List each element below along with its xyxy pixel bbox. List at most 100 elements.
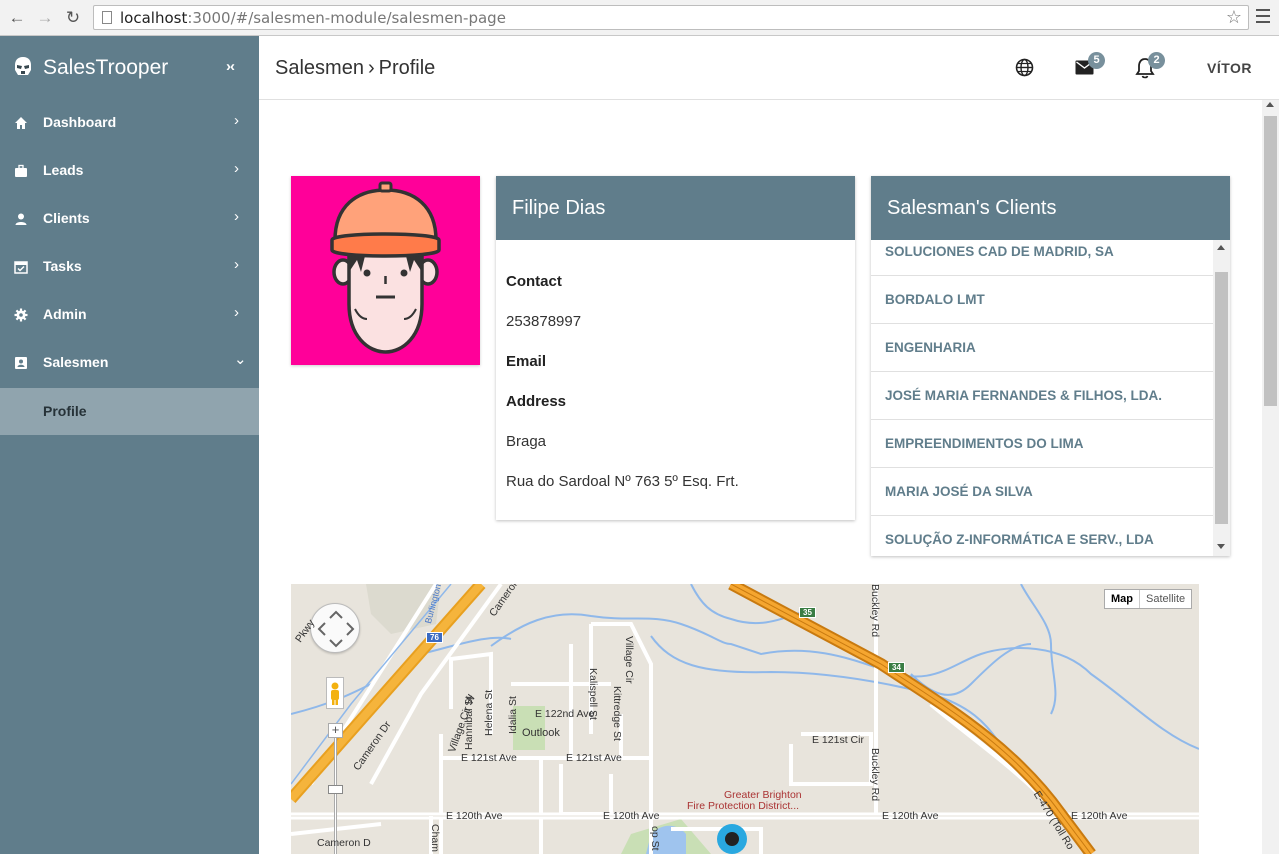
sidebar-item-leads[interactable]: Leads › <box>0 148 259 196</box>
sidebar-item-label: Salesmen <box>43 354 109 370</box>
map-label: Idalia St <box>507 696 519 734</box>
client-name[interactable]: JOSÉ MARIA FERNANDES & FILHOS, LDA. <box>885 388 1162 403</box>
map-type-satellite-button[interactable]: Satellite <box>1139 590 1191 608</box>
sidebar-item-label: Clients <box>43 210 90 226</box>
clients-list: SOLUCIONES CAD DE MADRID, SA BORDALO LMT… <box>871 240 1213 556</box>
location-pin-icon[interactable] <box>717 824 747 854</box>
map-roads-layer <box>291 584 1199 854</box>
chevron-down-icon: ⌄ <box>234 351 247 368</box>
contact-value: 253878997 <box>506 313 582 330</box>
list-item[interactable]: JOSÉ MARIA FERNANDES & FILHOS, LDA. <box>871 372 1213 420</box>
map-label: op St <box>649 826 661 851</box>
map-label: Buckley Rd <box>869 748 881 802</box>
sidebar-item-label: Tasks <box>43 258 82 274</box>
person-with-cap-illustration <box>330 181 441 354</box>
scroll-up-arrow-icon[interactable] <box>1217 245 1225 250</box>
brand: SalesTrooper ›‹ <box>0 36 259 100</box>
avatar <box>291 176 480 365</box>
gear-icon <box>14 308 28 322</box>
breadcrumb-parent[interactable]: Salesmen <box>275 57 364 79</box>
map-label: E 120th Ave <box>446 810 503 822</box>
scroll-up-arrow-icon[interactable] <box>1266 102 1274 107</box>
sidebar-item-clients[interactable]: Clients › <box>0 196 259 244</box>
list-item[interactable]: EMPREENDIMENTOS DO LIMA <box>871 420 1213 468</box>
sidebar-item-profile[interactable]: Profile <box>0 388 259 435</box>
back-arrow-icon[interactable]: ← <box>6 7 28 29</box>
pan-arrows-icon <box>317 610 355 648</box>
sidebar-item-admin[interactable]: Admin › <box>0 292 259 340</box>
map-label: E 120th Ave <box>603 810 660 822</box>
scrollbar-thumb[interactable] <box>1215 272 1228 524</box>
clients-card-header: Salesman's Clients <box>871 176 1230 240</box>
chevron-right-icon: › <box>234 304 239 321</box>
map-label: E 121st Ave <box>461 752 517 764</box>
map-label: E 122nd Ave <box>535 708 595 720</box>
sidebar-item-label: Admin <box>43 306 87 322</box>
forward-arrow-icon[interactable]: → <box>34 7 56 29</box>
map-label: Helena St <box>483 689 495 736</box>
address-bar[interactable]: localhost:3000/#/salesmen-module/salesme… <box>93 5 1249 30</box>
map-label: E 120th Ave <box>882 810 939 822</box>
map-type-map-button[interactable]: Map <box>1105 590 1139 608</box>
scrollbar-thumb[interactable] <box>1264 116 1277 406</box>
map[interactable]: + Map Satellite Pkwy Burlington Cameron … <box>291 584 1199 854</box>
clients-card: Salesman's Clients SOLUCIONES CAD DE MAD… <box>871 176 1230 556</box>
profile-card: Filipe Dias Contact 253878997 Email Addr… <box>496 176 855 520</box>
client-name[interactable]: ENGENHARIA <box>885 340 976 355</box>
page-icon <box>102 11 112 24</box>
zoom-in-button[interactable]: + <box>328 723 343 738</box>
reload-icon[interactable]: ↻ <box>62 7 84 29</box>
map-label: E 120th Ave <box>1071 810 1128 822</box>
sidebar-item-tasks[interactable]: Tasks › <box>0 244 259 292</box>
scroll-down-arrow-icon[interactable] <box>1217 544 1225 549</box>
breadcrumb-separator: › <box>367 57 375 79</box>
highway-76-shield: 76 <box>426 632 443 643</box>
sidebar-item-dashboard[interactable]: Dashboard › <box>0 100 259 148</box>
calendar-check-icon <box>14 261 28 274</box>
sidebar-item-salesmen[interactable]: Salesmen ⌄ <box>0 340 259 388</box>
browser-menu-icon[interactable] <box>1256 9 1270 25</box>
browser-toolbar: ← → ↻ localhost:3000/#/salesmen-module/s… <box>0 0 1279 36</box>
map-label: Outlook <box>522 727 560 739</box>
page-scrollbar[interactable] <box>1262 100 1279 854</box>
globe-icon[interactable] <box>1015 58 1034 77</box>
bookmark-star-icon[interactable]: ☆ <box>1226 7 1242 28</box>
zoom-slider-knob[interactable] <box>328 785 343 794</box>
street-view-pegman-icon[interactable] <box>326 677 344 709</box>
map-type-control: Map Satellite <box>1104 589 1193 609</box>
chevron-right-icon: › <box>234 160 239 177</box>
home-icon <box>15 117 27 129</box>
collapse-sidebar-button[interactable]: ›‹ <box>226 58 235 75</box>
notification-count-badge: 2 <box>1148 52 1165 69</box>
mail-count-badge: 5 <box>1088 52 1105 69</box>
top-bar: Salesmen › Profile 5 2 VÍTOR <box>259 36 1279 100</box>
client-name[interactable]: EMPREENDIMENTOS DO LIMA <box>885 436 1084 451</box>
contact-card-icon <box>15 357 27 369</box>
email-label: Email <box>506 353 547 370</box>
map-label: Cameron D <box>317 837 371 849</box>
map-label: E 121st Cir <box>812 734 864 746</box>
client-name[interactable]: BORDALO LMT <box>885 292 985 307</box>
list-item[interactable]: SOLUÇÃO Z-INFORMÁTICA E SERV., LDA <box>871 516 1213 556</box>
breadcrumb: Salesmen › Profile <box>275 57 435 80</box>
map-pan-control[interactable] <box>310 603 360 653</box>
clients-card-title: Salesman's Clients <box>887 197 1057 219</box>
breadcrumb-current: Profile <box>378 57 436 79</box>
client-name[interactable]: SOLUÇÃO Z-INFORMÁTICA E SERV., LDA <box>885 532 1154 547</box>
map-label: Fire Protection District... <box>687 800 800 812</box>
address-city: Braga <box>506 433 547 450</box>
clients-list-scrollbar[interactable] <box>1213 240 1230 556</box>
person-icon <box>15 213 27 225</box>
user-menu[interactable]: VÍTOR <box>1207 60 1252 76</box>
sidebar: SalesTrooper ›‹ Dashboard › Leads › Clie… <box>0 36 259 854</box>
list-item[interactable]: BORDALO LMT <box>871 276 1213 324</box>
map-label: Buckley Rd <box>869 584 881 638</box>
client-name[interactable]: MARIA JOSÉ DA SILVA <box>885 484 1033 499</box>
map-label: Village Cir <box>623 636 635 684</box>
list-item[interactable]: SOLUCIONES CAD DE MADRID, SA <box>871 240 1213 276</box>
profile-card-header: Filipe Dias <box>496 176 855 240</box>
chevron-right-icon: › <box>234 112 239 129</box>
list-item[interactable]: MARIA JOSÉ DA SILVA <box>871 468 1213 516</box>
list-item[interactable]: ENGENHARIA <box>871 324 1213 372</box>
client-name[interactable]: SOLUCIONES CAD DE MADRID, SA <box>885 244 1114 259</box>
